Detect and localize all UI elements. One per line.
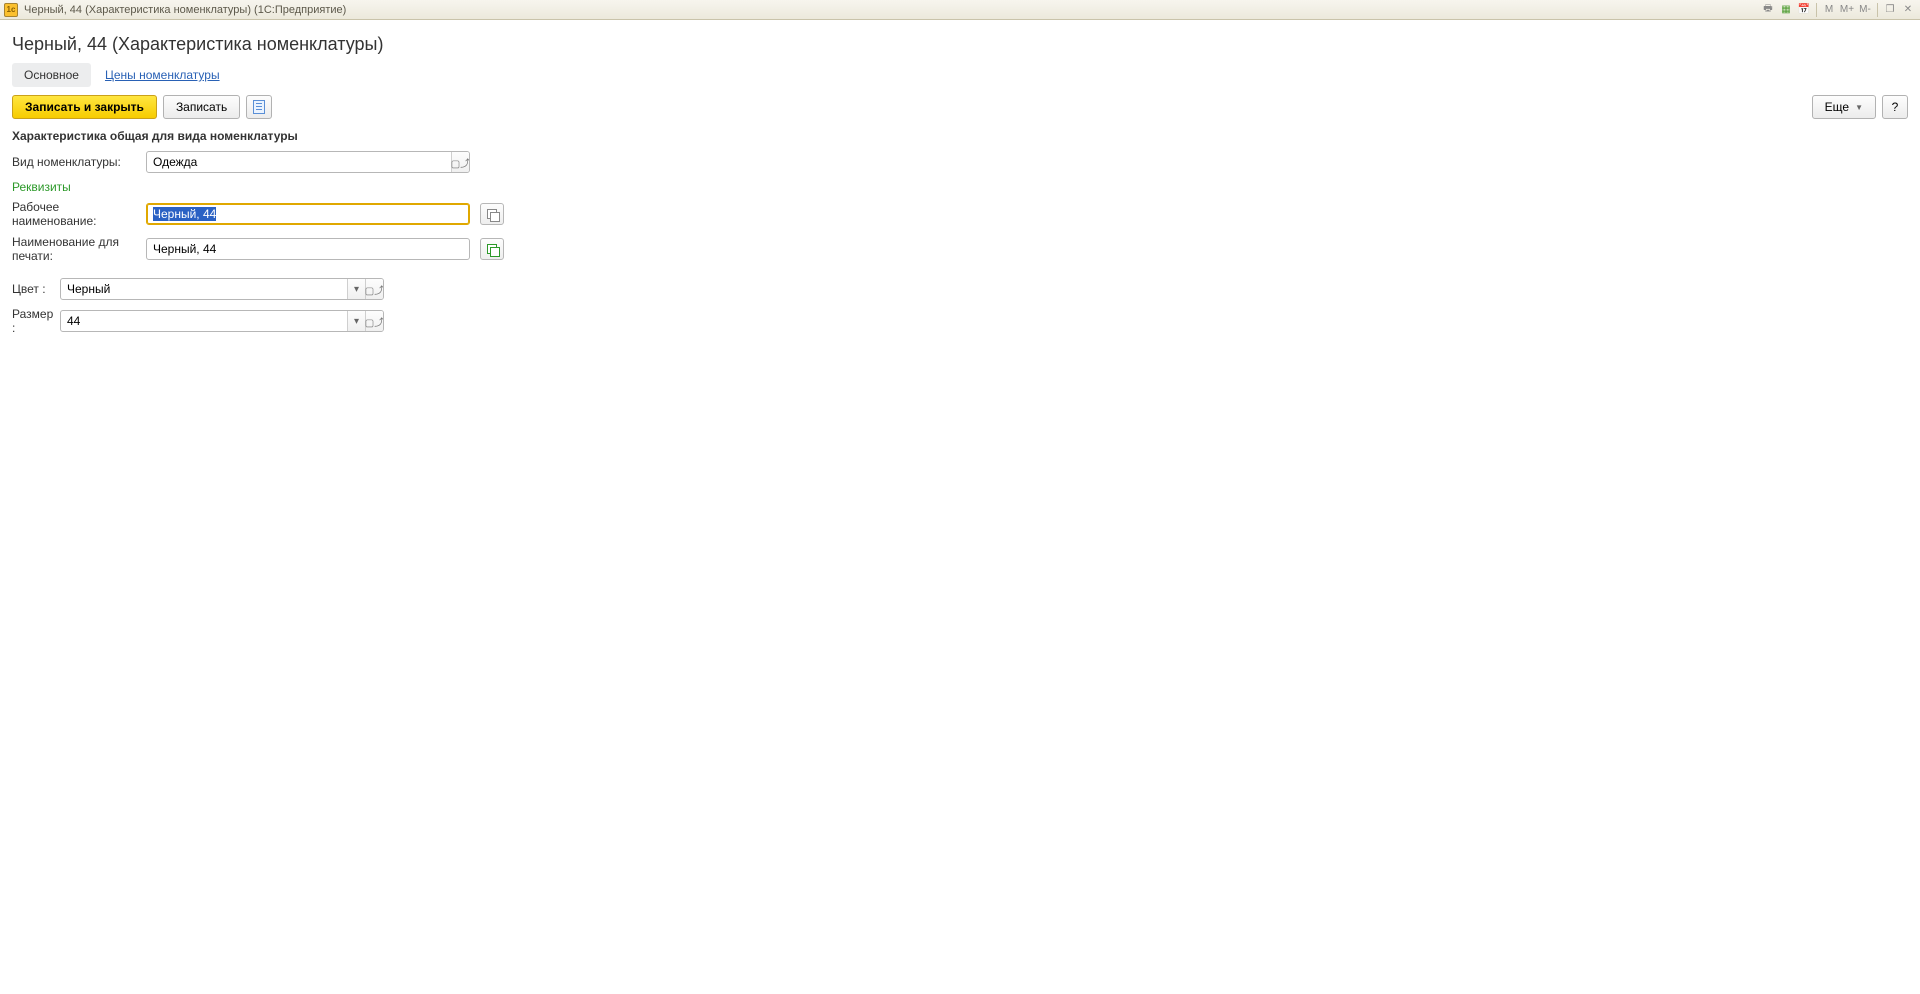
calendar-icon[interactable]: 📅 — [1796, 2, 1812, 18]
row-work-name: Рабочее наименование: — [12, 200, 1908, 228]
input-work-name[interactable] — [147, 204, 469, 224]
open-external-icon: ▢⤴ — [451, 155, 470, 170]
help-button[interactable]: ? — [1882, 95, 1908, 119]
label-type: Вид номенклатуры: — [12, 155, 142, 169]
copy-icon — [487, 244, 498, 255]
open-color-button[interactable]: ▢⤴ — [365, 279, 383, 299]
page-title: Черный, 44 (Характеристика номенклатуры) — [12, 34, 1908, 55]
open-size-button[interactable]: ▢⤴ — [365, 311, 383, 331]
memory-m-button[interactable]: M — [1821, 2, 1837, 18]
open-external-icon: ▢⤴ — [365, 314, 384, 329]
requisites-heading: Реквизиты — [12, 180, 1908, 194]
dropdown-size-button[interactable]: ▾ — [347, 311, 365, 331]
input-size-wrap: ▾ ▢⤴ — [60, 310, 384, 332]
input-type[interactable] — [147, 152, 451, 172]
calculator-icon[interactable]: ▦ — [1778, 2, 1794, 18]
label-size: Размер : — [12, 307, 56, 335]
memory-mminus-button[interactable]: M- — [1857, 2, 1873, 18]
input-print-name-wrap — [146, 238, 470, 260]
window-title: Черный, 44 (Характеристика номенклатуры)… — [24, 4, 346, 16]
copy-print-name-button[interactable] — [480, 238, 504, 260]
close-icon[interactable]: ✕ — [1900, 2, 1916, 18]
save-button[interactable]: Записать — [163, 95, 240, 119]
app-logo-icon: 1c — [4, 3, 18, 17]
open-external-icon: ▢⤴ — [365, 282, 384, 297]
input-type-wrap: ▢⤴ — [146, 151, 470, 173]
row-size: Размер : ▾ ▢⤴ — [12, 307, 1908, 335]
tabs: Основное Цены номенклатуры — [12, 63, 1908, 87]
label-color: Цвет : — [12, 282, 56, 296]
content-area: Черный, 44 (Характеристика номенклатуры)… — [0, 20, 1920, 350]
print-icon[interactable]: 🖶 — [1760, 2, 1776, 18]
label-print-name: Наименование для печати: — [12, 235, 142, 263]
label-work-name: Рабочее наименование: — [12, 200, 142, 228]
row-print-name: Наименование для печати: — [12, 235, 1908, 263]
document-button[interactable] — [246, 95, 272, 119]
chevron-down-icon: ▼ — [1855, 103, 1863, 112]
copy-icon — [487, 209, 498, 220]
row-color: Цвет : ▾ ▢⤴ — [12, 278, 1908, 300]
separator — [1816, 3, 1817, 17]
input-color-wrap: ▾ ▢⤴ — [60, 278, 384, 300]
chevron-down-icon: ▾ — [354, 284, 359, 295]
document-icon — [253, 100, 265, 114]
input-work-name-wrap — [146, 203, 470, 225]
maximize-icon[interactable]: ❐ — [1882, 2, 1898, 18]
input-size[interactable] — [61, 311, 347, 331]
open-type-button[interactable]: ▢⤴ — [451, 152, 469, 172]
section-heading: Характеристика общая для вида номенклату… — [12, 129, 1908, 143]
memory-mplus-button[interactable]: M+ — [1839, 2, 1855, 18]
tab-prices[interactable]: Цены номенклатуры — [93, 63, 232, 87]
separator — [1877, 3, 1878, 17]
more-button[interactable]: Еще ▼ — [1812, 95, 1876, 119]
window-titlebar: 1c Черный, 44 (Характеристика номенклату… — [0, 0, 1920, 20]
toolbar-right: Еще ▼ ? — [1812, 95, 1908, 119]
save-close-button[interactable]: Записать и закрыть — [12, 95, 157, 119]
input-color[interactable] — [61, 279, 347, 299]
titlebar-controls: 🖶 ▦ 📅 M M+ M- ❐ ✕ — [1760, 2, 1916, 18]
toolbar: Записать и закрыть Записать Еще ▼ ? — [12, 95, 1908, 119]
input-print-name[interactable] — [147, 239, 469, 259]
tab-main[interactable]: Основное — [12, 63, 91, 87]
more-label: Еще — [1825, 100, 1849, 114]
chevron-down-icon: ▾ — [354, 316, 359, 327]
row-nomenclature-type: Вид номенклатуры: ▢⤴ — [12, 151, 1908, 173]
copy-work-name-button[interactable] — [480, 203, 504, 225]
dropdown-color-button[interactable]: ▾ — [347, 279, 365, 299]
